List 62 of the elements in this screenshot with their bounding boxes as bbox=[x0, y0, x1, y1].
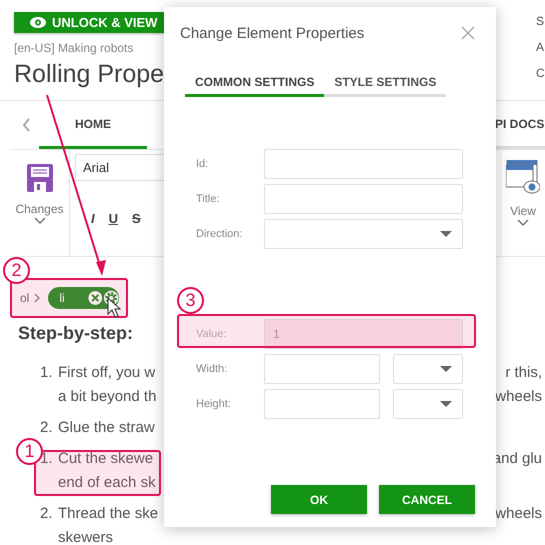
list-text: end of each sk bbox=[58, 474, 156, 490]
remove-icon[interactable] bbox=[88, 290, 103, 306]
save-icon[interactable] bbox=[26, 164, 52, 192]
caret-down-icon bbox=[440, 366, 452, 372]
field-label: Direction: bbox=[196, 228, 244, 240]
eye-icon bbox=[30, 17, 46, 28]
input-field[interactable] bbox=[264, 184, 463, 214]
breadcrumb-text: [en-US] Making robots bbox=[14, 41, 134, 55]
list-text: r this, bbox=[505, 364, 542, 380]
cancel-button[interactable]: CANCEL bbox=[379, 485, 475, 514]
side-text: C bbox=[536, 66, 545, 80]
field-label: Value: bbox=[196, 328, 228, 340]
step-number: 1 bbox=[16, 438, 43, 465]
cursor-icon bbox=[108, 296, 122, 318]
field-label: Width: bbox=[196, 363, 228, 375]
list-text: wheels bbox=[495, 388, 542, 404]
input-field[interactable] bbox=[264, 389, 380, 419]
list-text: Thread the ske bbox=[58, 504, 158, 522]
changes-label: Changes bbox=[15, 202, 64, 216]
dialog-title: Change Element Properties bbox=[180, 24, 366, 42]
list-text: Glue the straw bbox=[58, 418, 155, 436]
tag-label: li bbox=[59, 291, 66, 305]
dropdown-field[interactable] bbox=[264, 219, 463, 249]
ok-button[interactable]: OK bbox=[271, 485, 367, 514]
page-title: Rolling Prope bbox=[14, 60, 164, 89]
unlock-view-button[interactable]: UNLOCK & VIEW bbox=[14, 12, 164, 33]
window-eye-icon[interactable] bbox=[506, 160, 540, 194]
italic-button[interactable]: I bbox=[91, 211, 95, 226]
field-label: Height: bbox=[196, 398, 232, 410]
list-number: 1. bbox=[40, 364, 54, 380]
list-text: First off, you w bbox=[58, 364, 156, 380]
step-number: 2 bbox=[3, 257, 30, 284]
unit-dropdown[interactable] bbox=[393, 354, 463, 384]
path-element[interactable]: ol bbox=[20, 291, 30, 305]
caret-down-icon bbox=[440, 401, 452, 407]
view-label: View bbox=[510, 204, 536, 218]
unit-dropdown[interactable] bbox=[393, 389, 463, 419]
element-tag[interactable]: li bbox=[48, 287, 120, 309]
ribbon-tab[interactable]: HOME bbox=[39, 101, 147, 149]
underline-button[interactable]: U bbox=[108, 211, 118, 226]
chevron-left-icon[interactable] bbox=[22, 118, 31, 132]
list-text: skewers bbox=[58, 528, 114, 545]
field-label: Id: bbox=[196, 158, 210, 170]
side-text: A bbox=[536, 40, 545, 54]
section-heading: Step-by-step: bbox=[18, 323, 134, 344]
settings-tab[interactable]: COMMON SETTINGS bbox=[185, 69, 324, 97]
input-field[interactable] bbox=[264, 354, 380, 384]
field-label: Title: bbox=[196, 193, 220, 205]
list-text: a bit beyond th bbox=[58, 388, 156, 404]
close-icon[interactable] bbox=[461, 26, 475, 40]
list-text: Cut the skewe bbox=[58, 450, 154, 466]
input-field[interactable] bbox=[264, 149, 463, 179]
chevron-right-icon bbox=[34, 293, 40, 303]
settings-tab[interactable]: STYLE SETTINGS bbox=[324, 69, 446, 97]
list-number: 2. bbox=[40, 504, 54, 522]
chevron-down-icon[interactable] bbox=[516, 218, 530, 227]
strikethrough-button[interactable]: S bbox=[132, 211, 141, 226]
caret-down-icon bbox=[440, 231, 452, 237]
side-text: S bbox=[536, 14, 545, 28]
list-text: wheels bbox=[495, 504, 542, 522]
list-number: 2. bbox=[40, 418, 54, 436]
chevron-down-icon[interactable] bbox=[32, 216, 46, 225]
